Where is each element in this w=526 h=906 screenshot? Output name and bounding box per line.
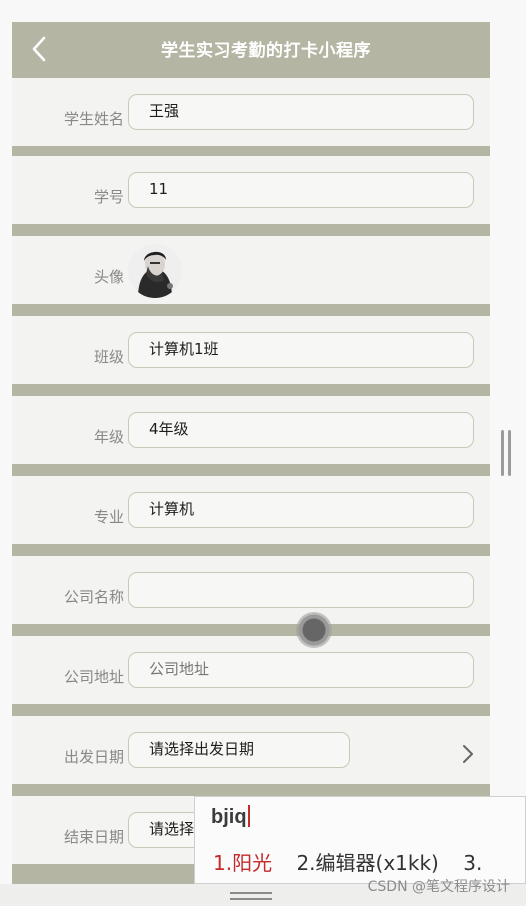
chevron-left-icon xyxy=(32,36,46,62)
form-row-company-address: 公司地址 公司地址 xyxy=(12,636,490,704)
form-label: 公司地址 xyxy=(63,668,124,686)
text-caret xyxy=(247,805,250,827)
form-label: 学号 xyxy=(93,188,124,206)
mini-program-frame: 学生实习考勤的打卡小程序 学生姓名 王强 学号 11 头像 班级 计算机1班 年… xyxy=(12,22,490,906)
form-row-class: 班级 计算机1班 xyxy=(12,316,490,384)
ime-candidate-window: bjiq 1.阳光 2.编辑器(x1kk) 3. xyxy=(194,796,526,884)
watermark-text: CSDN @笔文程序设计 xyxy=(367,879,510,895)
grade-input[interactable]: 4年级 xyxy=(128,412,474,448)
scrollbar-grip[interactable] xyxy=(501,430,513,476)
ime-candidate[interactable]: 2.编辑器(x1kk) xyxy=(296,851,438,875)
student-no-input[interactable]: 11 xyxy=(128,172,474,208)
ime-composition: bjiq xyxy=(211,805,250,829)
class-input[interactable]: 计算机1班 xyxy=(128,332,474,368)
app-screen: 学生实习考勤的打卡小程序 学生姓名 王强 学号 11 头像 班级 计算机1班 年… xyxy=(0,0,526,906)
form-label: 公司名称 xyxy=(63,588,124,606)
form-row-company-name: 公司名称 xyxy=(12,556,490,624)
home-indicator[interactable] xyxy=(230,892,272,902)
ime-candidate[interactable]: 3. xyxy=(463,851,482,875)
form-row-avatar: 头像 xyxy=(12,236,490,304)
start-date-picker[interactable]: 请选择出发日期 xyxy=(128,732,350,768)
name-input[interactable]: 王强 xyxy=(128,94,474,130)
company-name-input[interactable] xyxy=(128,572,474,608)
ime-pinyin-text: bjiq xyxy=(211,806,247,828)
avatar[interactable] xyxy=(128,244,182,298)
ime-candidate[interactable]: 1.阳光 xyxy=(213,851,272,875)
form-label: 出发日期 xyxy=(63,748,124,766)
form-label: 结束日期 xyxy=(63,828,124,846)
chevron-right-icon[interactable] xyxy=(462,744,474,764)
form-label: 专业 xyxy=(93,508,124,526)
touch-indicator xyxy=(296,612,332,648)
major-input[interactable]: 计算机 xyxy=(128,492,474,528)
form-label: 年级 xyxy=(93,428,124,446)
company-address-input[interactable]: 公司地址 xyxy=(128,652,474,688)
form-label: 学生姓名 xyxy=(63,110,124,128)
page-title: 学生实习考勤的打卡小程序 xyxy=(161,41,371,61)
nav-bar: 学生实习考勤的打卡小程序 xyxy=(12,22,490,76)
ime-candidate-list: 1.阳光 2.编辑器(x1kk) 3. xyxy=(213,847,500,876)
form-row-name: 学生姓名 王强 xyxy=(12,78,490,146)
form-label: 班级 xyxy=(93,348,124,366)
form-row-student-no: 学号 11 xyxy=(12,156,490,224)
form-row-start-date: 出发日期 请选择出发日期 xyxy=(12,716,490,784)
avatar-photo xyxy=(128,244,182,298)
form-row-major: 专业 计算机 xyxy=(12,476,490,544)
form-row-grade: 年级 4年级 xyxy=(12,396,490,464)
back-button[interactable] xyxy=(24,32,54,66)
form-label: 头像 xyxy=(93,268,124,286)
